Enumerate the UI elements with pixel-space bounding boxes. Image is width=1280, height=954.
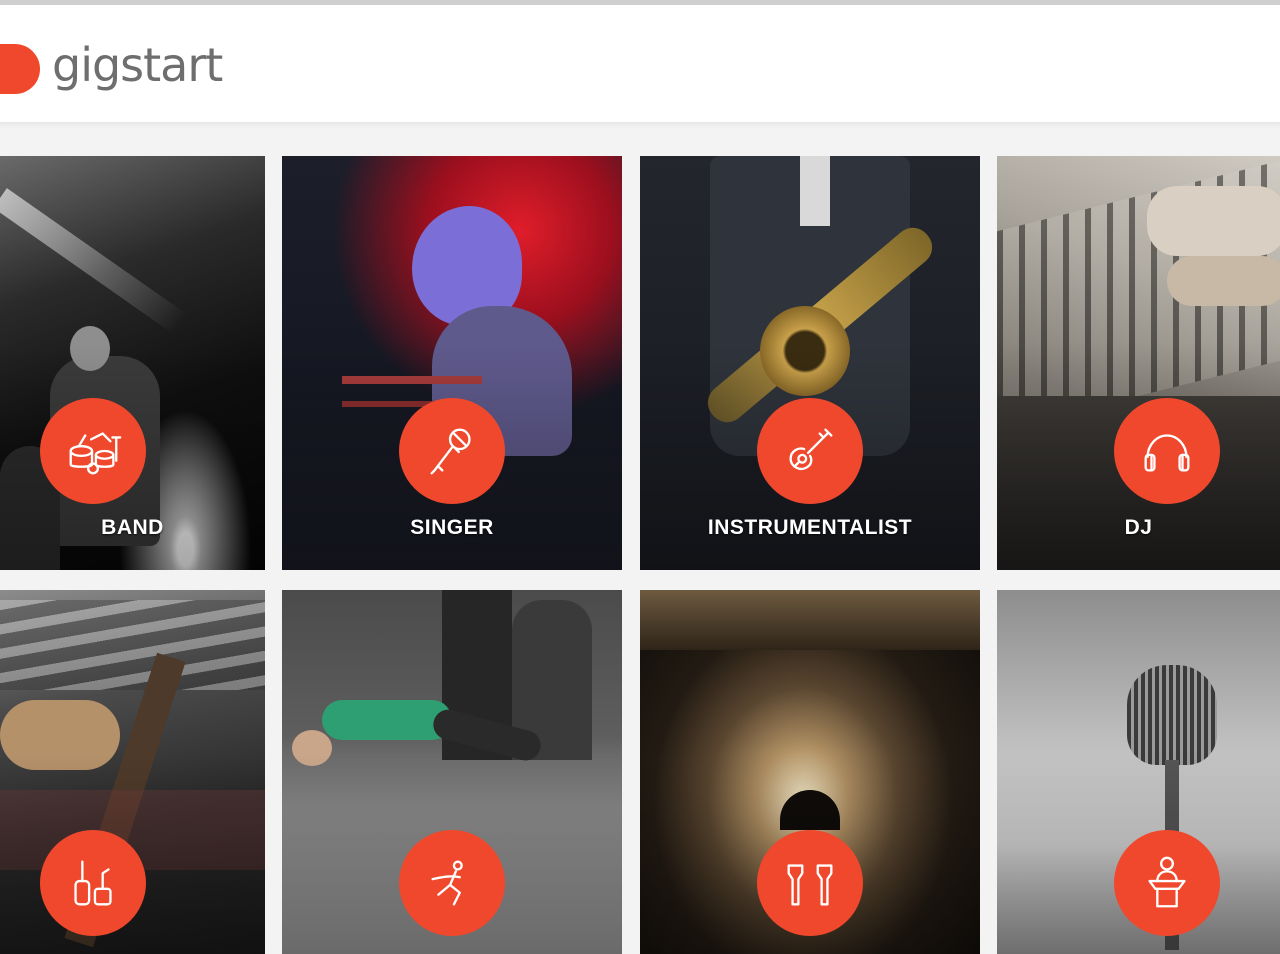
category-tile-instruments[interactable] [0,590,265,954]
lights-icon [787,864,833,906]
dj-icon-button[interactable] [1114,398,1220,504]
headphones-icon [1144,434,1190,472]
speaker-podium-icon [1148,856,1186,908]
instrumentalist-label: INSTRUMENTALIST [707,516,913,539]
dancer-icon [431,860,463,906]
speaker-icon-button[interactable] [1114,830,1220,936]
instruments-icon-button[interactable] [40,830,146,936]
microphone-icon [430,428,471,475]
category-tile-band[interactable]: BAND [0,156,265,570]
band-label: BAND [101,516,164,539]
singer-label: SINGER [410,516,494,539]
category-tile-speaker[interactable] [997,590,1280,954]
dj-label: DJ [1124,516,1153,539]
drum-kit-icon [69,432,122,475]
instrumentalist-icon-button[interactable] [757,398,863,504]
category-tile-dj[interactable]: DJ [997,156,1280,570]
header-shadow [0,122,1280,128]
guitar-icon [789,428,833,470]
category-tile-dancer[interactable] [282,590,622,954]
singer-icon-button[interactable] [399,398,505,504]
logo-mark-icon [0,44,40,94]
band-icon-button[interactable] [40,398,146,504]
lights-icon-button[interactable] [757,830,863,936]
site-header: gigstart [0,5,1280,122]
dancer-icon-button[interactable] [399,830,505,936]
gigstart-logo[interactable]: gigstart [0,38,223,99]
logo-text: gigstart [52,38,223,92]
instruments-icon [74,860,112,906]
category-tile-singer[interactable]: SINGER [282,156,622,570]
category-tile-lights[interactable] [640,590,980,954]
category-tile-instrumentalist[interactable]: INSTRUMENTALIST [640,156,980,570]
